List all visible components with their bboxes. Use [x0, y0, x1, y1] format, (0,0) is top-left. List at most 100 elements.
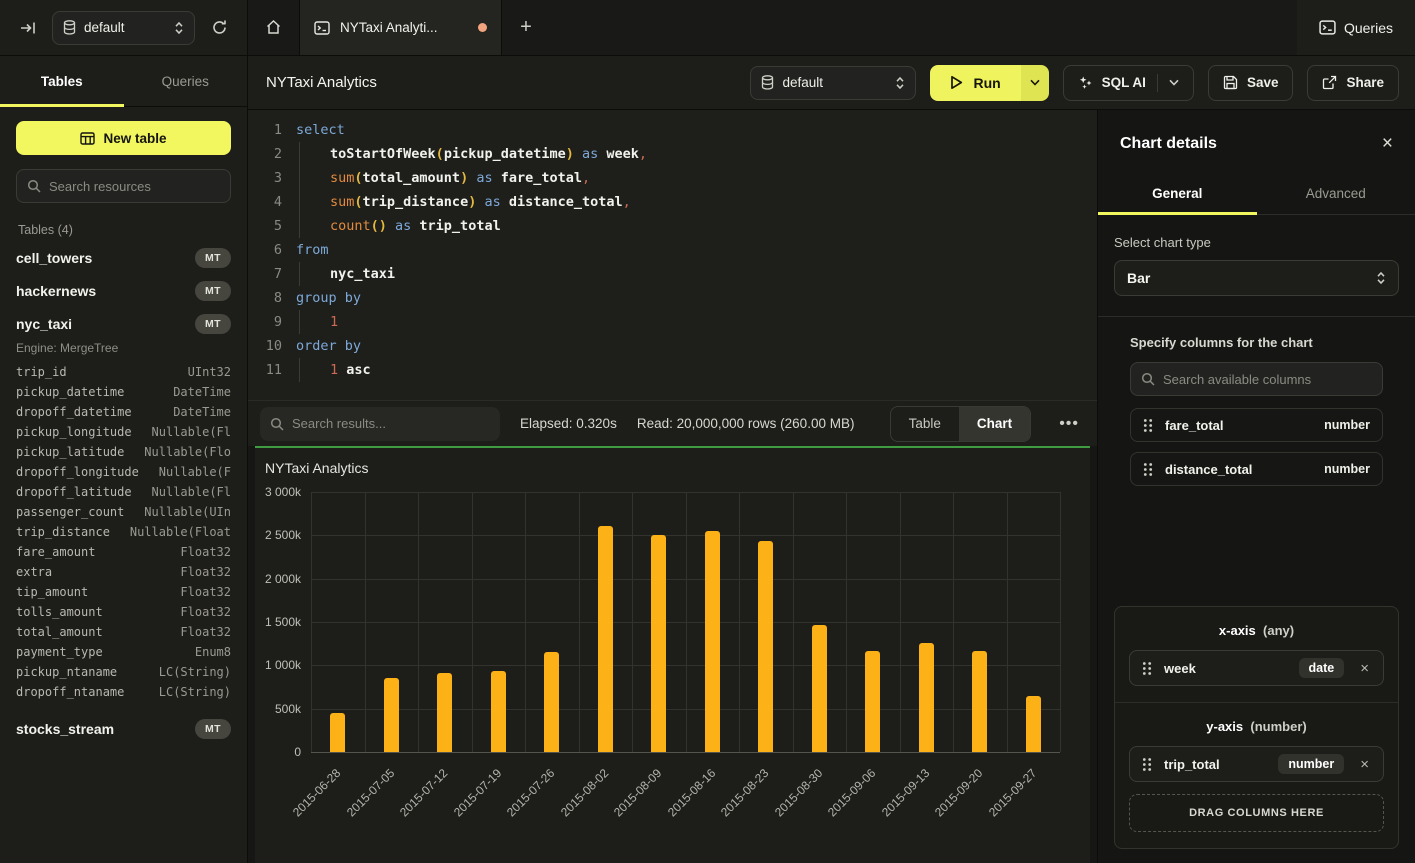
results-search-input[interactable]: [292, 416, 490, 431]
table-row[interactable]: hackernewsMT: [16, 274, 231, 307]
sidebar-search-input[interactable]: [49, 179, 220, 194]
view-toggle-table[interactable]: Table: [891, 407, 959, 441]
table-row[interactable]: stocks_stream MT: [16, 712, 231, 745]
token: fare_total: [501, 170, 582, 186]
columns-search[interactable]: [1130, 362, 1383, 396]
code-text: from: [296, 238, 329, 262]
query-title: NYTaxi Analytics: [266, 74, 377, 91]
new-tab-button[interactable]: +: [502, 0, 550, 55]
close-panel-button[interactable]: ×: [1382, 134, 1393, 153]
tab-general[interactable]: General: [1098, 173, 1257, 214]
bar[interactable]: [544, 652, 559, 752]
queries-button[interactable]: Queries: [1319, 20, 1393, 36]
available-column-item[interactable]: distance_totalnumber: [1130, 452, 1383, 486]
drag-handle-icon[interactable]: [1143, 418, 1153, 433]
available-column-item[interactable]: fare_totalnumber: [1130, 408, 1383, 442]
tab-advanced[interactable]: Advanced: [1257, 173, 1415, 214]
x-tick-label: 2015-08-16: [665, 766, 718, 819]
sql-editor[interactable]: 1select2toStartOfWeek(pickup_datetime) a…: [248, 110, 1097, 400]
table-engine-label: Engine: MergeTree: [16, 341, 231, 355]
column-row: total_amountFloat32: [16, 622, 231, 642]
view-toggle-chart[interactable]: Chart: [959, 407, 1030, 441]
column-row: extraFloat32: [16, 562, 231, 582]
bar[interactable]: [705, 531, 720, 752]
remove-column-button[interactable]: ×: [1356, 660, 1373, 677]
engine-badge: MT: [195, 719, 231, 739]
bar[interactable]: [598, 526, 613, 752]
code-line: 8group by: [248, 286, 1097, 310]
column-type: Float32: [180, 542, 231, 562]
drag-columns-dropzone[interactable]: DRAG COLUMNS HERE: [1129, 794, 1384, 832]
bar[interactable]: [437, 673, 452, 752]
database-selector[interactable]: default: [52, 11, 195, 45]
drag-handle-icon[interactable]: [1142, 757, 1152, 772]
drag-handle-icon[interactable]: [1142, 661, 1152, 676]
tab-home[interactable]: [248, 0, 300, 55]
query-database-selector[interactable]: default: [750, 66, 916, 100]
run-button[interactable]: Run: [930, 65, 1020, 101]
tab-bar: NYTaxi Analyti... +: [248, 0, 1297, 55]
bar[interactable]: [865, 651, 880, 752]
drag-handle-icon[interactable]: [1143, 462, 1153, 477]
run-options-button[interactable]: [1021, 65, 1049, 101]
refresh-icon: [211, 19, 228, 36]
sql-ai-button[interactable]: SQL AI: [1063, 65, 1194, 101]
bar[interactable]: [651, 535, 666, 752]
bar[interactable]: [491, 671, 506, 752]
column-name: tip_amount: [16, 582, 88, 602]
table-name: stocks_stream: [16, 721, 114, 737]
sidebar-search[interactable]: [16, 169, 231, 203]
bar[interactable]: [812, 625, 827, 752]
query-database-value: default: [782, 75, 823, 90]
new-table-button[interactable]: New table: [16, 121, 231, 155]
code-text: count() as trip_total: [296, 214, 501, 238]
code-text: 1 asc: [296, 358, 371, 382]
results-bar: Elapsed: 0.320s Read: 20,000,000 rows (2…: [248, 400, 1097, 446]
refresh-button[interactable]: [205, 14, 233, 42]
bar[interactable]: [758, 541, 773, 752]
chart-details-tabs: General Advanced: [1098, 173, 1415, 215]
results-search[interactable]: [260, 407, 500, 441]
column-type: Nullable(Fl: [152, 422, 231, 442]
unsaved-dot-icon: [478, 23, 487, 32]
tab-nytaxi-analytics[interactable]: NYTaxi Analyti...: [300, 0, 502, 55]
column-type: Float32: [180, 562, 231, 582]
bar[interactable]: [919, 643, 934, 752]
code-line: 6 from: [248, 238, 1097, 262]
sidebar-tab-tables[interactable]: Tables: [0, 56, 124, 106]
bar-chart[interactable]: 0500k1 000k1 500k2 000k2 500k3 000k2015-…: [311, 492, 1060, 753]
column-name: fare_total: [1165, 418, 1224, 433]
column-name: fare_amount: [16, 542, 95, 562]
code-text: order by: [296, 334, 361, 358]
x-axis-hint: (any): [1263, 623, 1294, 638]
x-tick-label: 2015-08-09: [611, 766, 664, 819]
token: trip_distance: [363, 194, 469, 210]
bar[interactable]: [330, 713, 345, 752]
content-row: 1select2toStartOfWeek(pickup_datetime) a…: [248, 110, 1415, 863]
save-button[interactable]: Save: [1208, 65, 1294, 101]
sidebar-tab-queries[interactable]: Queries: [124, 56, 248, 106]
code-line: 91: [248, 310, 1097, 334]
table-row[interactable]: nyc_taxiMT: [16, 307, 231, 340]
database-icon: [761, 75, 774, 90]
more-options-button[interactable]: •••: [1051, 415, 1087, 433]
bar[interactable]: [384, 678, 399, 752]
collapse-sidebar-button[interactable]: [14, 14, 42, 42]
share-button[interactable]: Share: [1307, 65, 1399, 101]
line-number: 6: [248, 238, 282, 262]
axis-column-item[interactable]: trip_totalnumber×: [1129, 746, 1384, 782]
axis-column-item[interactable]: weekdate×: [1129, 650, 1384, 686]
x-tick-label: 2015-09-27: [986, 766, 1039, 819]
bar[interactable]: [972, 651, 987, 752]
column-type: Nullable(UIn: [144, 502, 231, 522]
y-axis-hint: (number): [1250, 719, 1306, 734]
bar[interactable]: [1026, 696, 1041, 752]
chevron-down-icon[interactable]: [1169, 79, 1179, 86]
save-button-label: Save: [1247, 75, 1279, 90]
code-text: nyc_taxi: [296, 262, 395, 286]
column-row: trip_distanceNullable(Float: [16, 522, 231, 542]
columns-search-input[interactable]: [1163, 372, 1372, 387]
chart-type-selector[interactable]: Bar: [1114, 260, 1399, 296]
remove-column-button[interactable]: ×: [1356, 756, 1373, 773]
table-row[interactable]: cell_towersMT: [16, 241, 231, 274]
